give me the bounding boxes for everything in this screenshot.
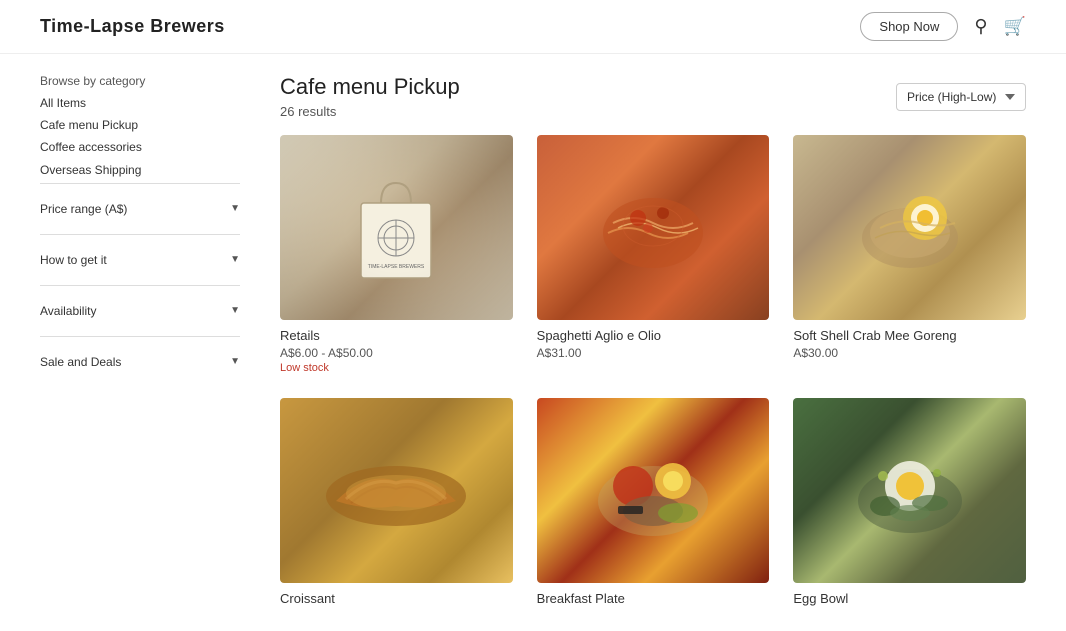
filter-price-range-chevron: ▼ (230, 203, 240, 214)
filter-how-to-get-it-label: How to get it (40, 253, 107, 267)
sidebar-item-all-items[interactable]: All Items (40, 94, 240, 113)
sort-select[interactable]: Price (High-Low) Price (Low-High) Newest… (896, 83, 1026, 111)
product-info-retails: Retails A$6.00 - A$50.00 Low stock (280, 328, 513, 374)
sort-wrapper: Price (High-Low) Price (Low-High) Newest… (896, 83, 1026, 111)
product-card-croissant[interactable]: Croissant (280, 398, 513, 609)
filter-how-to-get-it-chevron: ▼ (230, 254, 240, 265)
filter-how-to-get-it: How to get it ▼ (40, 234, 240, 285)
product-name-croissant: Croissant (280, 591, 513, 606)
tote-bag-svg: TIME-LAPSE BREWERS (351, 168, 441, 288)
product-image-retails: TIME-LAPSE BREWERS (280, 135, 513, 320)
product-card-crab[interactable]: Soft Shell Crab Mee Goreng A$30.00 (793, 135, 1026, 374)
sidebar-nav: All Items Cafe menu Pickup Coffee access… (40, 94, 240, 180)
product-image-spaghetti (537, 135, 770, 320)
egg-bowl-svg (845, 431, 975, 551)
main-layout: Browse by category All Items Cafe menu P… (0, 54, 1066, 629)
browse-label: Browse by category (40, 74, 240, 88)
product-price-spaghetti: A$31.00 (537, 346, 770, 360)
product-name-retails: Retails (280, 328, 513, 343)
product-image-breakfast (537, 398, 770, 583)
product-image-crab (793, 135, 1026, 320)
filter-availability: Availability ▼ (40, 285, 240, 336)
sidebar: Browse by category All Items Cafe menu P… (40, 74, 240, 609)
product-name-crab: Soft Shell Crab Mee Goreng (793, 328, 1026, 343)
filter-sale-deals: Sale and Deals ▼ (40, 336, 240, 387)
filter-sale-deals-chevron: ▼ (230, 356, 240, 367)
product-card-spaghetti[interactable]: Spaghetti Aglio e Olio A$31.00 (537, 135, 770, 374)
product-image-croissant (280, 398, 513, 583)
croissant-svg (316, 441, 476, 541)
breakfast-svg (588, 431, 718, 551)
shop-now-button[interactable]: Shop Now (860, 12, 958, 41)
sidebar-item-overseas[interactable]: Overseas Shipping (40, 161, 240, 180)
filter-price-range-label: Price range (A$) (40, 202, 127, 216)
spaghetti-svg (593, 168, 713, 288)
results-count: 26 results (280, 104, 460, 119)
product-name-spaghetti: Spaghetti Aglio e Olio (537, 328, 770, 343)
page-title: Cafe menu Pickup (280, 74, 460, 100)
product-info-croissant: Croissant (280, 591, 513, 606)
product-image-egg-bowl (793, 398, 1026, 583)
main-content: Cafe menu Pickup 26 results Price (High-… (280, 74, 1026, 609)
sidebar-item-cafe-menu[interactable]: Cafe menu Pickup (40, 116, 240, 135)
product-name-breakfast: Breakfast Plate (537, 591, 770, 606)
logo: Time-Lapse Brewers (40, 16, 225, 37)
cart-icon: 🛒 (1004, 16, 1026, 36)
search-button[interactable]: ⚲ (974, 16, 987, 37)
product-price-crab: A$30.00 (793, 346, 1026, 360)
crab-svg (850, 168, 970, 288)
product-info-egg-bowl: Egg Bowl (793, 591, 1026, 606)
cart-button[interactable]: 🛒 (1004, 16, 1026, 37)
search-icon: ⚲ (974, 16, 987, 36)
product-card-egg-bowl[interactable]: Egg Bowl (793, 398, 1026, 609)
filter-availability-header[interactable]: Availability ▼ (40, 296, 240, 326)
svg-text:TIME-LAPSE BREWERS: TIME-LAPSE BREWERS (368, 264, 425, 270)
filter-sale-deals-label: Sale and Deals (40, 355, 121, 369)
filter-how-to-get-it-header[interactable]: How to get it ▼ (40, 245, 240, 275)
filter-availability-label: Availability (40, 304, 96, 318)
header: Time-Lapse Brewers Shop Now ⚲ 🛒 (0, 0, 1066, 54)
product-info-breakfast: Breakfast Plate (537, 591, 770, 606)
product-name-egg-bowl: Egg Bowl (793, 591, 1026, 606)
product-card-breakfast[interactable]: Breakfast Plate (537, 398, 770, 609)
filter-availability-chevron: ▼ (230, 305, 240, 316)
content-header: Cafe menu Pickup 26 results Price (High-… (280, 74, 1026, 119)
filter-price-range: Price range (A$) ▼ (40, 183, 240, 234)
header-actions: Shop Now ⚲ 🛒 (860, 12, 1026, 41)
sidebar-item-coffee[interactable]: Coffee accessories (40, 138, 240, 157)
product-price-retails: A$6.00 - A$50.00 (280, 346, 513, 360)
page-title-section: Cafe menu Pickup 26 results (280, 74, 460, 119)
filter-price-range-header[interactable]: Price range (A$) ▼ (40, 194, 240, 224)
product-grid: TIME-LAPSE BREWERS Retails A$6.00 - A$50… (280, 135, 1026, 609)
product-card-retails[interactable]: TIME-LAPSE BREWERS Retails A$6.00 - A$50… (280, 135, 513, 374)
filter-sale-deals-header[interactable]: Sale and Deals ▼ (40, 347, 240, 377)
product-info-spaghetti: Spaghetti Aglio e Olio A$31.00 (537, 328, 770, 360)
product-info-crab: Soft Shell Crab Mee Goreng A$30.00 (793, 328, 1026, 360)
product-low-stock-retails: Low stock (280, 362, 513, 374)
